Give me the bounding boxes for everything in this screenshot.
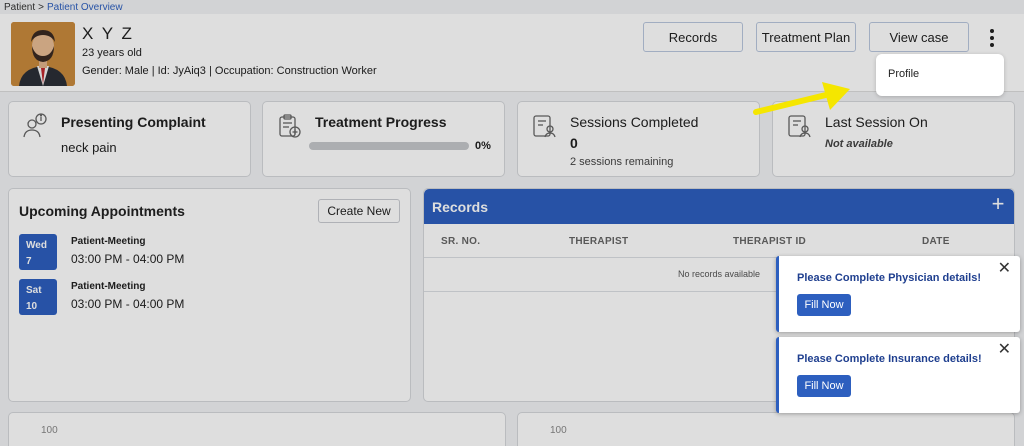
fill-now-button[interactable]: Fill Now <box>797 375 851 397</box>
fill-now-button[interactable]: Fill Now <box>797 294 851 316</box>
toast-message: Please Complete Physician details! <box>797 272 982 284</box>
profile-menu-item[interactable]: Profile <box>888 68 919 80</box>
close-icon[interactable]: ✕ <box>998 258 1011 278</box>
close-icon[interactable]: ✕ <box>998 339 1011 359</box>
options-dropdown: Profile <box>876 54 1004 96</box>
insurance-details-toast: ✕ Please Complete Insurance details! Fil… <box>776 337 1020 413</box>
physician-details-toast: ✕ Please Complete Physician details! Fil… <box>776 256 1020 332</box>
toast-message: Please Complete Insurance details! <box>797 353 982 365</box>
annotation-arrow-icon <box>752 80 854 125</box>
